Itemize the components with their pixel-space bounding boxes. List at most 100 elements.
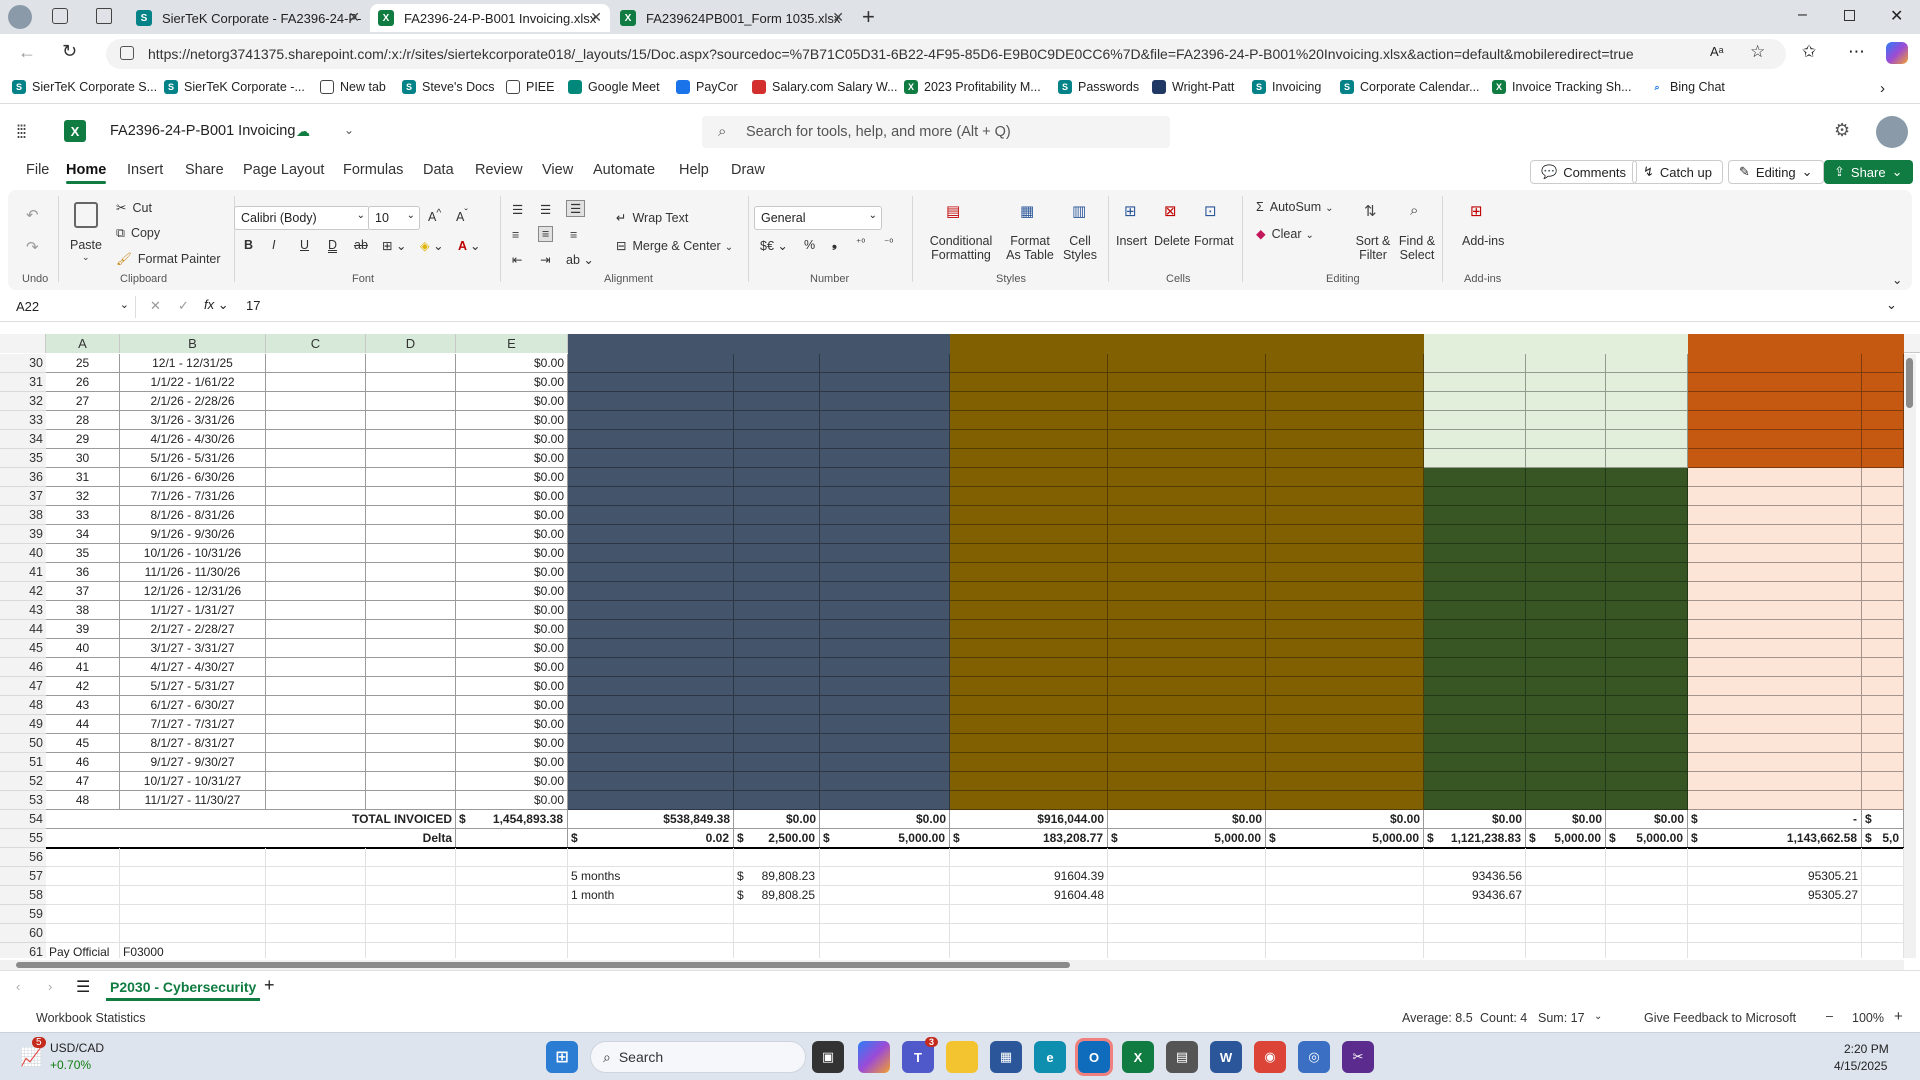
cell-d[interactable] <box>366 468 456 487</box>
cell-colored[interactable] <box>734 734 820 753</box>
cell-empty[interactable] <box>568 905 734 924</box>
cell-colored[interactable] <box>1266 791 1424 810</box>
column-header-c[interactable]: C <box>266 334 366 353</box>
months-5-o[interactable]: 95305.21 <box>1688 867 1862 886</box>
delta-g[interactable]: $2,500.00 <box>734 829 820 848</box>
redo-icon[interactable]: ↷ <box>26 238 39 256</box>
excel-icon[interactable]: X <box>1122 1041 1154 1073</box>
cell-b[interactable]: 3/1/27 - 3/31/27 <box>120 639 266 658</box>
add-ins-button[interactable]: Add-ins <box>1462 234 1504 248</box>
cell-colored[interactable] <box>950 658 1108 677</box>
cell-empty[interactable] <box>1606 886 1688 905</box>
cell-colored[interactable] <box>1424 430 1526 449</box>
more-icon[interactable]: ⋯ <box>1848 42 1865 62</box>
cell-e[interactable]: $0.00 <box>456 506 568 525</box>
cell-d[interactable] <box>366 639 456 658</box>
cell-colored[interactable] <box>950 753 1108 772</box>
cell-colored[interactable] <box>1606 658 1688 677</box>
cell-empty[interactable] <box>1526 905 1606 924</box>
font-name-select[interactable]: Calibri (Body) ⌄ <box>234 206 370 230</box>
cell-empty[interactable] <box>1862 886 1904 905</box>
cell-e[interactable]: $0.00 <box>456 430 568 449</box>
cell-empty[interactable] <box>1266 867 1424 886</box>
tab-review[interactable]: Review <box>475 162 523 178</box>
collapse-ribbon-icon[interactable]: ⌄ <box>1892 272 1902 287</box>
vertical-scrollbar[interactable] <box>1904 354 1916 958</box>
tab-automate[interactable]: Automate <box>593 162 655 178</box>
cell-empty[interactable] <box>456 943 568 958</box>
cell-colored[interactable] <box>820 772 950 791</box>
cell-a[interactable]: 30 <box>46 449 120 468</box>
italic-icon[interactable]: I <box>272 238 275 252</box>
cell-a[interactable]: 29 <box>46 430 120 449</box>
cell-empty[interactable] <box>1606 848 1688 867</box>
cell-empty[interactable] <box>1424 943 1526 958</box>
cell-colored[interactable] <box>734 715 820 734</box>
cell-colored[interactable] <box>1688 620 1862 639</box>
cell-b[interactable]: 2/1/27 - 2/28/27 <box>120 620 266 639</box>
cell-empty[interactable] <box>46 867 120 886</box>
cell-colored[interactable] <box>1688 373 1862 392</box>
months-5-l[interactable]: 93436.56 <box>1424 867 1526 886</box>
profile-avatar[interactable] <box>8 5 32 29</box>
cell-empty[interactable] <box>366 905 456 924</box>
cell-colored[interactable] <box>734 468 820 487</box>
cell-colored[interactable] <box>1606 392 1688 411</box>
row-header[interactable]: 48 <box>0 696 46 715</box>
cell-b[interactable]: 12/1/26 - 12/31/26 <box>120 582 266 601</box>
cell-colored[interactable] <box>1108 582 1266 601</box>
cell-colored[interactable] <box>950 373 1108 392</box>
delta-e[interactable] <box>456 829 568 848</box>
cell-colored[interactable] <box>1266 639 1424 658</box>
align-top-icon[interactable]: ☰ <box>512 202 523 217</box>
feedback-link[interactable]: Give Feedback to Microsoft <box>1644 1011 1796 1025</box>
cell-colored[interactable] <box>1526 411 1606 430</box>
cell-colored[interactable] <box>1266 734 1424 753</box>
cell-b[interactable]: 11/1/27 - 11/30/27 <box>120 791 266 810</box>
cell-a[interactable]: 42 <box>46 677 120 696</box>
cell-empty[interactable] <box>1266 905 1424 924</box>
cell-colored[interactable] <box>568 753 734 772</box>
read-aloud-icon[interactable]: Aᵃ <box>1710 44 1724 59</box>
cell-colored[interactable] <box>568 601 734 620</box>
select-all-corner[interactable] <box>0 334 46 353</box>
delta-label[interactable]: Delta <box>46 829 456 848</box>
cell-colored[interactable] <box>568 525 734 544</box>
cell-empty[interactable] <box>1108 905 1266 924</box>
status-sum[interactable]: Sum: 17 <box>1538 1011 1585 1025</box>
wrap-text-button[interactable]: ↵ Wrap Text <box>616 210 688 225</box>
cell-colored[interactable] <box>1424 449 1526 468</box>
total-invoiced-label[interactable]: TOTAL INVOICED <box>46 810 456 829</box>
cell-colored[interactable] <box>1862 753 1904 772</box>
tab-page-layout[interactable]: Page Layout <box>243 162 324 178</box>
cell-empty[interactable] <box>950 924 1108 943</box>
cell-colored[interactable] <box>568 430 734 449</box>
cell-empty[interactable] <box>46 886 120 905</box>
cell-b[interactable]: 8/1/27 - 8/31/27 <box>120 734 266 753</box>
column-header-d[interactable]: D <box>366 334 456 353</box>
outlook-icon[interactable]: O <box>1075 1038 1113 1076</box>
bold-icon[interactable]: B <box>244 238 253 252</box>
cell-colored[interactable] <box>1108 601 1266 620</box>
calculator-icon[interactable]: ▤ <box>1166 1041 1198 1073</box>
insert-cells-button[interactable]: Insert <box>1116 234 1147 248</box>
row-header[interactable]: 57 <box>0 867 46 886</box>
format-as-table-button[interactable]: Format As Table <box>1002 234 1058 262</box>
cell-c[interactable] <box>266 392 366 411</box>
decrease-indent-icon[interactable]: ⇤ <box>512 252 522 267</box>
cell-empty[interactable] <box>120 886 266 905</box>
pay-official-label[interactable]: Pay Official <box>46 943 120 958</box>
cell-b[interactable]: 3/1/26 - 3/31/26 <box>120 411 266 430</box>
cell-colored[interactable] <box>734 411 820 430</box>
clear-button[interactable]: ◆ Clear ⌄ <box>1256 226 1314 241</box>
cell-colored[interactable] <box>820 791 950 810</box>
cell-colored[interactable] <box>568 677 734 696</box>
decrease-font-icon[interactable]: Aˇ <box>456 208 468 224</box>
delta-h[interactable]: $5,000.00 <box>820 829 950 848</box>
cell-colored[interactable] <box>1424 772 1526 791</box>
restore-icon[interactable] <box>1844 10 1855 21</box>
cell-colored[interactable] <box>1606 525 1688 544</box>
cell-e[interactable]: $0.00 <box>456 696 568 715</box>
cell-empty[interactable] <box>366 924 456 943</box>
cell-a[interactable]: 48 <box>46 791 120 810</box>
